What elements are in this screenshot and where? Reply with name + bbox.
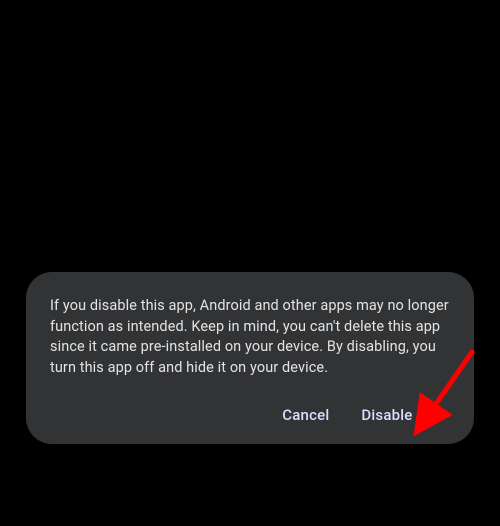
disable-app-button[interactable]: Disable app: [359, 400, 444, 430]
dialog-actions: Cancel Disable app: [50, 400, 450, 430]
dialog-body: If you disable this app, Android and oth…: [50, 296, 450, 378]
cancel-button[interactable]: Cancel: [280, 400, 331, 430]
dialog-scrim: [0, 0, 500, 526]
disable-app-dialog: If you disable this app, Android and oth…: [26, 272, 474, 444]
